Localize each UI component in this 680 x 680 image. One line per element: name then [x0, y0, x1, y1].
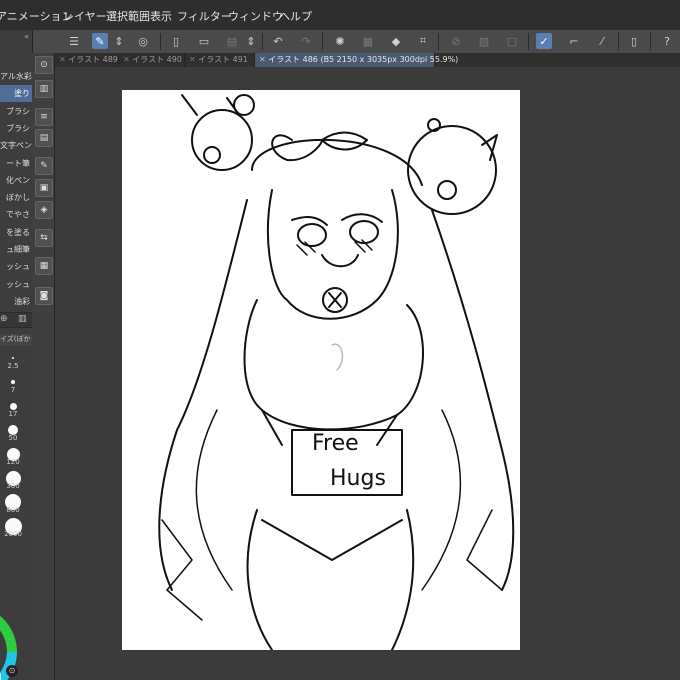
tool-strip: ⊙ ▥ ≡ ▤ ✎ ▣ ◈ ⇆ ▦ ◙: [32, 53, 55, 680]
menu-help[interactable]: ヘルプ: [279, 8, 312, 24]
layer-tool-icon[interactable]: ▥: [35, 80, 53, 98]
undo-icon[interactable]: ↶: [270, 33, 286, 49]
brush-item[interactable]: でやさ: [0, 206, 32, 223]
tab-label: イラスト 489: [68, 55, 118, 64]
menu-window[interactable]: ウィンドウ: [228, 8, 283, 24]
brush-item[interactable]: 塗り: [0, 85, 32, 103]
brush-item[interactable]: ュ細筆: [0, 241, 32, 258]
brush-item[interactable]: アル水彩: [0, 68, 32, 85]
menu-view[interactable]: 表示: [150, 8, 172, 24]
document-tabs: ✕ イラスト 489 ✕ イラスト 490 ✕ イラスト 491 ✕ イラスト …: [55, 53, 680, 68]
menu-animation[interactable]: アニメーション: [0, 8, 73, 24]
size-label: 300: [6, 482, 20, 490]
tab-label: イラスト 486 (B5 2150 x 3035px 300dpi 55.9%): [268, 55, 459, 64]
brush-item[interactable]: ブラシ: [0, 103, 32, 120]
size-label: 2.5: [7, 362, 19, 370]
brush-item[interactable]: 文字ペン: [0, 137, 32, 154]
color-mode-icon[interactable]: ⊙: [6, 665, 18, 677]
tab-label: イラスト 491: [198, 55, 248, 64]
brush-item[interactable]: ッシュ: [0, 276, 32, 293]
stepper-icon[interactable]: ⇕: [114, 33, 124, 49]
brush-item[interactable]: ぼかし: [0, 189, 32, 206]
tab-illust-489[interactable]: ✕ イラスト 489: [55, 53, 119, 67]
redo-icon[interactable]: ↷: [298, 33, 314, 49]
menu-selection[interactable]: 選択範囲: [106, 8, 150, 24]
size-dot[interactable]: [12, 357, 14, 359]
drawing-canvas[interactable]: Free Hugs: [122, 90, 520, 651]
sign-text-hugs: Hugs: [330, 466, 386, 491]
magnifier-tool-icon[interactable]: ⊙: [35, 56, 53, 74]
brush-item[interactable]: を塗る: [0, 224, 32, 241]
add-icon[interactable]: ⊕: [0, 314, 8, 324]
size-label: 17: [8, 410, 18, 418]
brush-item[interactable]: 油彩: [0, 293, 32, 310]
camera-tool-icon[interactable]: ◙: [35, 287, 53, 305]
size-label: 800: [6, 506, 20, 514]
spinner-icon[interactable]: ✺: [332, 33, 348, 49]
panel-tool-icon[interactable]: ▤: [35, 129, 53, 147]
brush-item[interactable]: ブラシ: [0, 120, 32, 137]
size-label: 50: [8, 434, 18, 442]
panel-collapse-icon[interactable]: «: [0, 32, 32, 44]
edit-icon[interactable]: ✎: [92, 33, 108, 49]
pen-tool-icon[interactable]: ✎: [35, 157, 53, 175]
size-label: 7: [10, 386, 16, 394]
frame-tool-icon[interactable]: ▦: [35, 257, 53, 275]
brush-item[interactable]: ート筆: [0, 155, 32, 172]
size-panel-title: イズ(ぼか: [0, 334, 32, 346]
target-icon[interactable]: ◎: [135, 33, 151, 49]
crop-icon[interactable]: ⌗: [415, 33, 431, 49]
clear-icon[interactable]: ▦: [360, 33, 376, 49]
fill-tool-icon[interactable]: ▣: [35, 179, 53, 197]
pen-icon[interactable]: ✓: [536, 33, 552, 49]
transform-icon[interactable]: ⊘: [448, 33, 464, 49]
eraser-icon[interactable]: ⁄: [594, 33, 610, 49]
stepper2-icon[interactable]: ⇕: [246, 33, 256, 49]
brush-item[interactable]: 化ペン: [0, 172, 32, 189]
trash-icon[interactable]: ▥: [18, 314, 27, 324]
tone-icon[interactable]: ▨: [476, 33, 492, 49]
save-icon[interactable]: ▤: [224, 33, 240, 49]
menu-icon[interactable]: ☰: [66, 33, 82, 49]
tab-illust-486[interactable]: ✕ イラスト 486 (B5 2150 x 3035px 300dpi 55.9…: [255, 53, 458, 67]
open-folder-icon[interactable]: ▭: [196, 33, 212, 49]
device-icon[interactable]: ▯: [626, 33, 642, 49]
sign-text-free: Free: [312, 431, 359, 456]
sub-tool-panel: « アル水彩 塗り ブラシ ブラシ 文字ペン ート筆 化ペン ぼかし でやさ を塗る ュ細筆 ッシュッ…: [0, 30, 33, 680]
stack-tool-icon[interactable]: ≡: [35, 108, 53, 126]
rect-icon[interactable]: ▢: [504, 33, 520, 49]
tab-illust-491[interactable]: ✕ イラスト 491: [185, 53, 255, 67]
brush-icon[interactable]: ⌐: [566, 33, 582, 49]
sketch-drawing: Free Hugs: [158, 94, 515, 651]
menu-layer[interactable]: レイヤー: [63, 8, 107, 24]
size-dot[interactable]: [9, 402, 17, 410]
brush-item[interactable]: ッシュ: [0, 258, 32, 275]
tab-illust-490[interactable]: ✕ イラスト 490: [119, 53, 185, 67]
link-tool-icon[interactable]: ⇆: [35, 229, 53, 247]
layers-tool-icon[interactable]: ◈: [35, 201, 53, 219]
tab-label: イラスト 490: [132, 55, 182, 64]
help-icon[interactable]: ?: [659, 33, 675, 49]
fill-icon[interactable]: ◆: [388, 33, 404, 49]
menu-bar: アニメーション レイヤー 選択範囲 表示 フィルター ウィンドウ ヘルプ: [0, 0, 680, 31]
menu-filter[interactable]: フィルター: [177, 8, 232, 24]
size-dot[interactable]: [11, 380, 15, 384]
command-bar: ☰ ✎ ⇕ ◎ ▯ ▭ ▤ ⇕ ↶ ↷ ✺ ▦ ◆ ⌗ ⊘ ▨ ▢ ✓ ⌐ ⁄ …: [0, 30, 680, 54]
new-file-icon[interactable]: ▯: [168, 33, 184, 49]
size-label: 2000: [4, 530, 22, 538]
brush-list-footer: ⊕ ▥: [0, 312, 32, 328]
size-label: 120: [6, 458, 20, 466]
